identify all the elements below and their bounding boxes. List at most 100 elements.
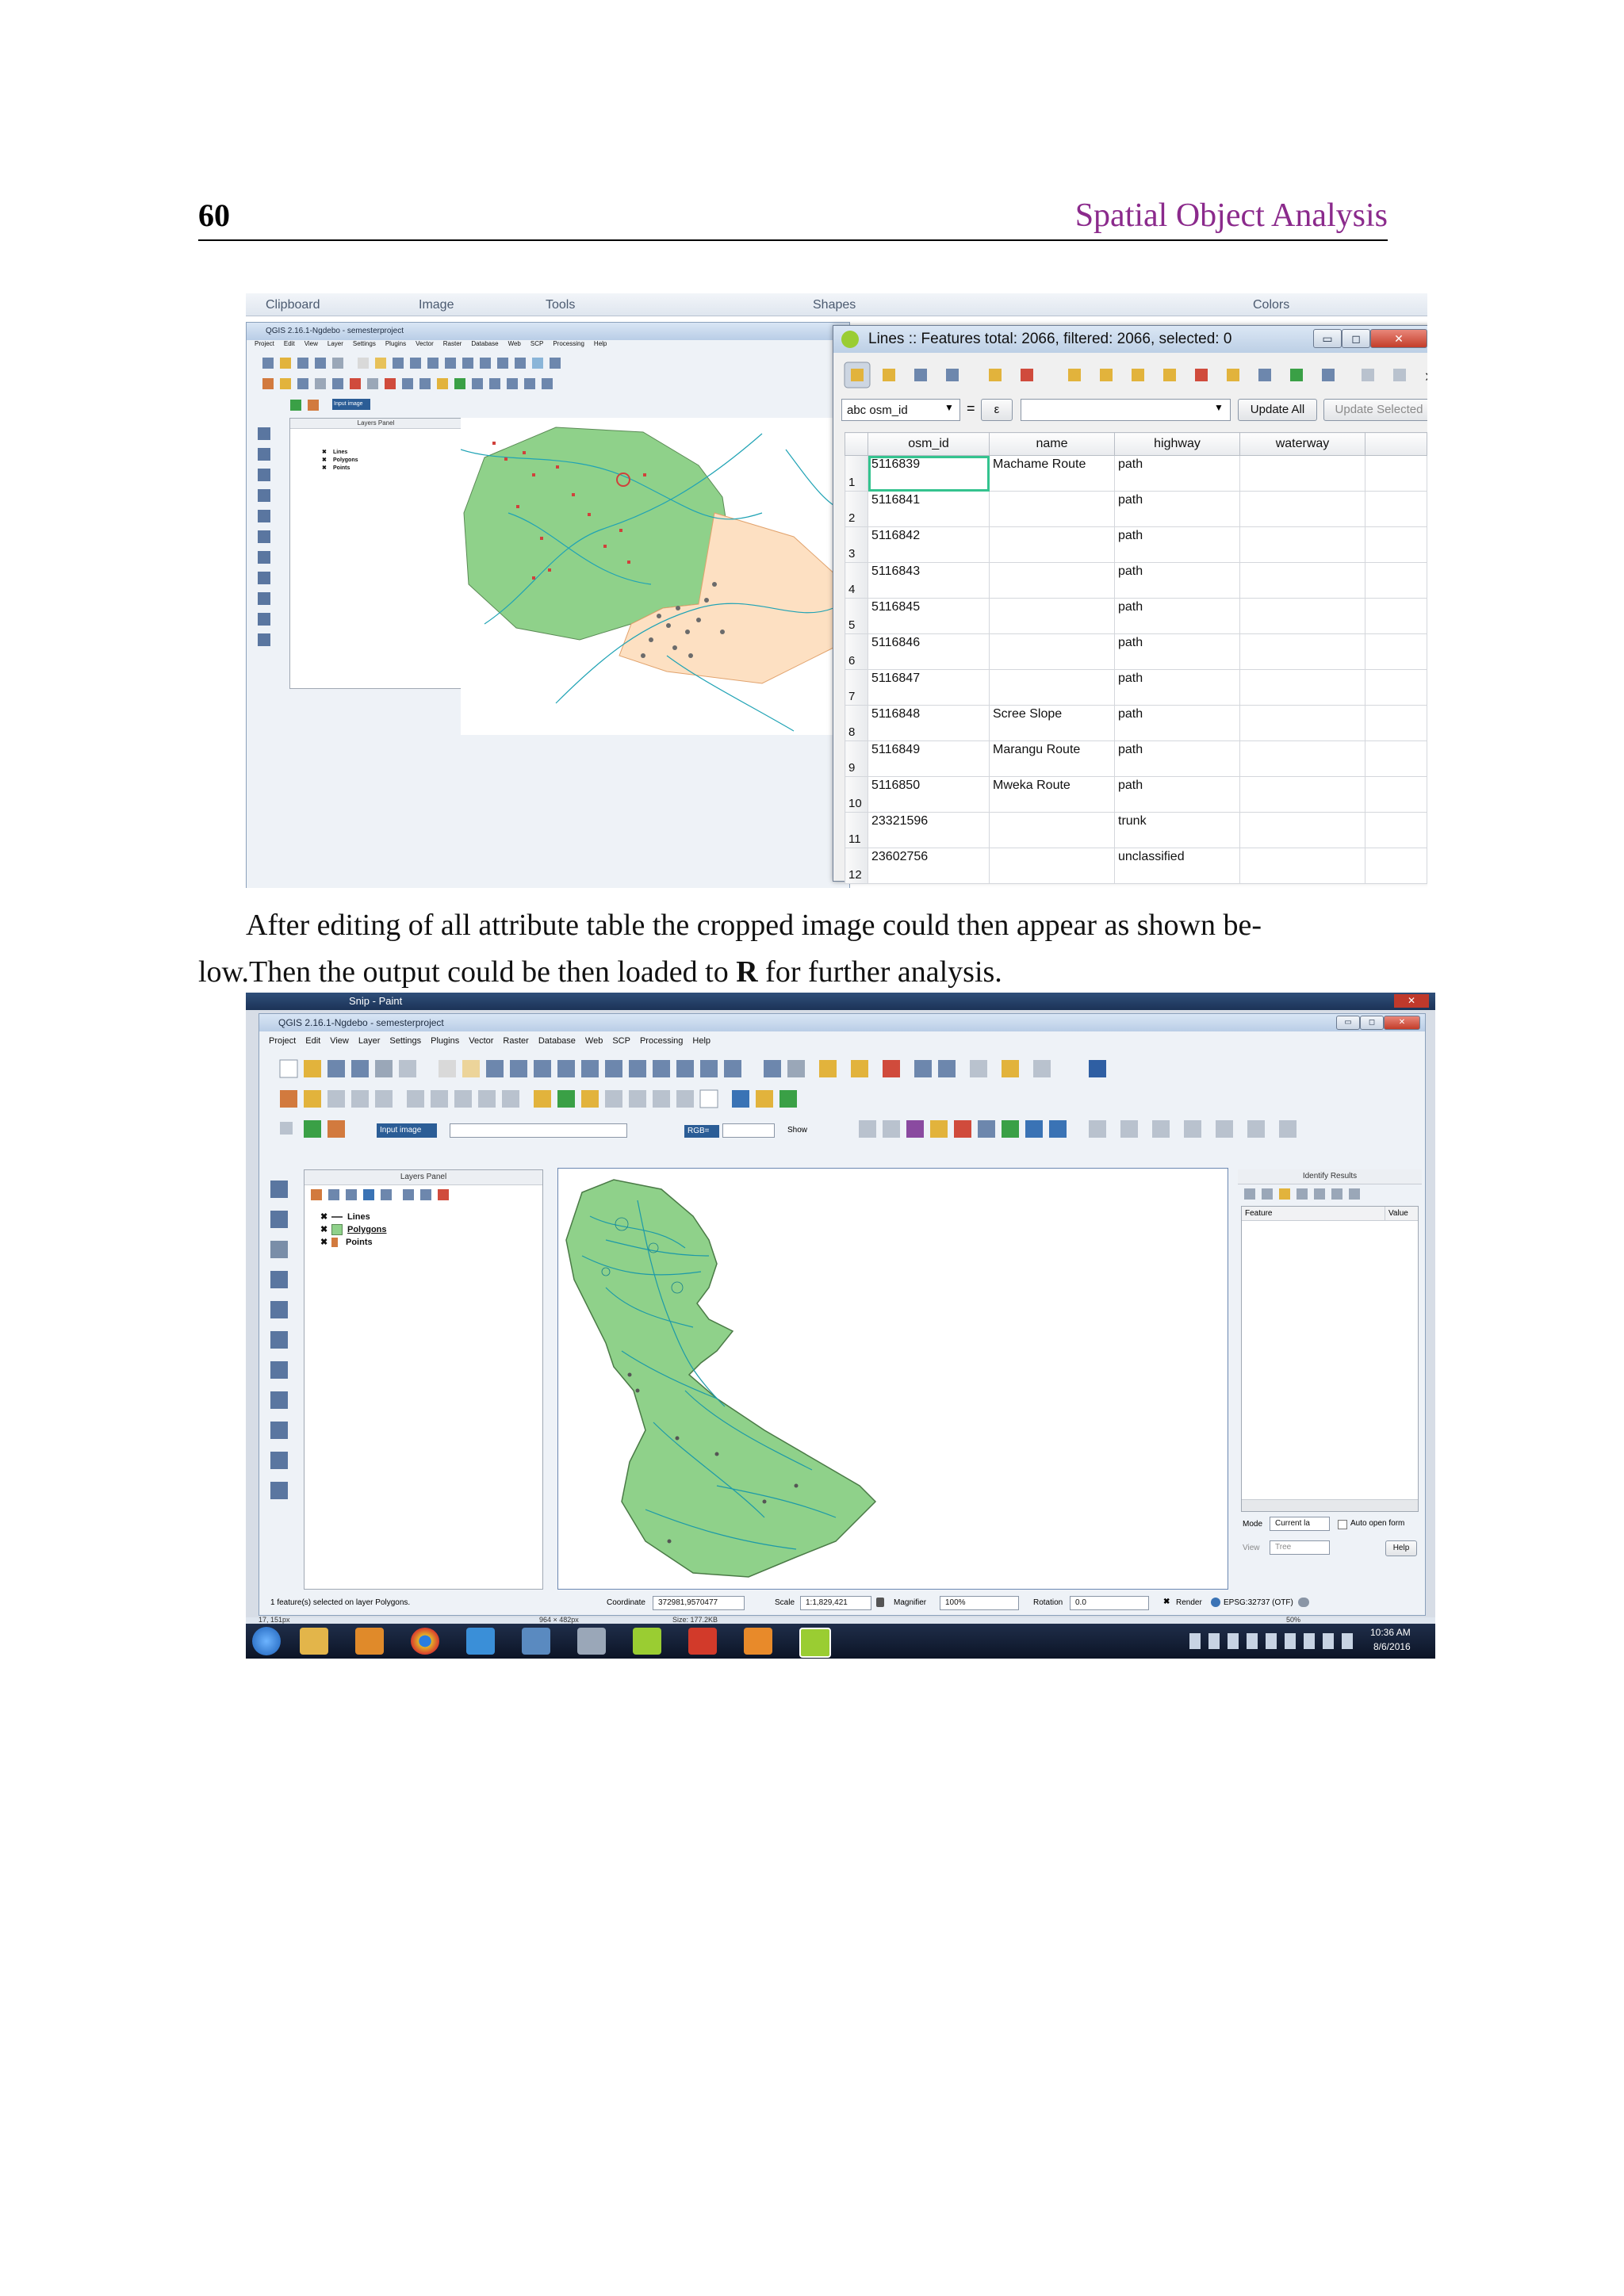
table-row[interactable]: 1 5116839 Machame Route path [845,455,1427,492]
menu-settings[interactable]: Settings [389,1036,421,1046]
cell-name[interactable]: Mweka Route [989,776,1115,813]
cell-highway[interactable]: path [1114,491,1240,527]
cell-spacer[interactable] [1365,669,1427,706]
band-combo[interactable] [450,1123,627,1138]
cell-spacer[interactable] [1365,455,1427,492]
expression-button[interactable]: ε [981,399,1013,421]
magnifier-field[interactable]: 100% [940,1596,1019,1610]
render-checkbox-icon[interactable]: ✖ [1163,1598,1170,1606]
field-combo[interactable]: abc osm_id [841,399,960,421]
qgis-maximize-button[interactable]: ◻ [1360,1016,1384,1030]
cell-highway[interactable]: path [1114,562,1240,599]
close-button[interactable]: ✕ [1370,329,1427,348]
update-all-button[interactable]: Update All [1238,399,1317,421]
menu-plugins[interactable]: Plugins [385,340,406,347]
settings-app-icon[interactable] [577,1628,606,1655]
map-canvas[interactable] [557,1168,1228,1590]
help-button[interactable]: Help [1385,1540,1417,1556]
cell-name[interactable] [989,491,1115,527]
cell-spacer[interactable] [1365,740,1427,777]
layer-points[interactable]: ✖ Points [322,465,350,471]
office-icon[interactable] [744,1628,772,1655]
cell-highway[interactable]: path [1114,455,1240,492]
menu-database[interactable]: Database [538,1036,576,1046]
menu-layer[interactable]: Layer [358,1036,381,1046]
cell-name[interactable] [989,526,1115,563]
clock-time[interactable]: 10:36 AM [1370,1627,1411,1638]
menu-database[interactable]: Database [471,340,498,347]
cell-spacer[interactable] [1365,562,1427,599]
tray-icons[interactable] [1189,1633,1356,1649]
menu-scp[interactable]: SCP [530,340,543,347]
cell-highway[interactable]: path [1114,776,1240,813]
cell-waterway[interactable] [1239,526,1365,563]
column-header-name[interactable]: name [989,432,1115,456]
menu-raster[interactable]: Raster [443,340,462,347]
table-row[interactable]: 2 5116841 path [845,491,1427,527]
maximize-button[interactable]: ◻ [1342,329,1370,348]
cell-osm-id[interactable]: 23321596 [868,812,990,848]
cell-waterway[interactable] [1239,598,1365,634]
table-row[interactable]: 10 5116850 Mweka Route path [845,776,1427,813]
cell-spacer[interactable] [1365,598,1427,634]
table-row[interactable]: 8 5116848 Scree Slope path [845,705,1427,741]
update-selected-button[interactable]: Update Selected [1323,399,1427,421]
cell-waterway[interactable] [1239,776,1365,813]
cell-waterway[interactable] [1239,491,1365,527]
table-row[interactable]: 5 5116845 path [845,598,1427,634]
cell-osm-id[interactable]: 5116841 [868,491,990,527]
menu-vector[interactable]: Vector [469,1036,493,1046]
cell-highway[interactable]: path [1114,598,1240,634]
identify-tree[interactable]: Feature Value [1241,1206,1419,1512]
layer-polygons[interactable]: ✖ Polygons [320,1224,387,1236]
menu-settings[interactable]: Settings [353,340,376,347]
menu-web[interactable]: Web [508,340,521,347]
layer-lines[interactable]: ✖ Lines [322,449,347,455]
minimize-button[interactable]: ▭ [1313,329,1342,348]
cell-osm-id[interactable]: 5116847 [868,669,990,706]
menu-edit[interactable]: Edit [305,1036,320,1046]
cell-waterway[interactable] [1239,669,1365,706]
cell-highway[interactable]: path [1114,633,1240,670]
cell-spacer[interactable] [1365,526,1427,563]
cell-name[interactable]: Machame Route [989,455,1115,492]
cell-name[interactable] [989,562,1115,599]
layer-points[interactable]: ✖ Points [320,1237,373,1248]
input-image-combo[interactable]: Input image [377,1123,437,1138]
ribbon-shapes[interactable]: Shapes [813,298,856,312]
cell-osm-id[interactable]: 5116846 [868,633,990,670]
clock-date[interactable]: 8/6/2016 [1373,1641,1411,1652]
column-header-highway[interactable]: highway [1114,432,1240,456]
qgis-active-icon[interactable] [799,1628,831,1658]
start-button[interactable] [252,1627,281,1655]
cell-waterway[interactable] [1239,848,1365,884]
cell-name[interactable]: Marangu Route [989,740,1115,777]
cell-spacer[interactable] [1365,705,1427,741]
cell-spacer[interactable] [1365,848,1427,884]
cell-osm-id[interactable]: 5116839 [868,455,990,492]
qgis-close-button[interactable]: ✕ [1384,1016,1420,1030]
table-row[interactable]: 6 5116846 path [845,633,1427,670]
menu-raster[interactable]: Raster [503,1036,528,1046]
table-row[interactable]: 4 5116843 path [845,562,1427,599]
cell-highway[interactable]: path [1114,526,1240,563]
cell-spacer[interactable] [1365,491,1427,527]
remote-desktop-icon[interactable] [522,1628,550,1655]
cell-osm-id[interactable]: 5116842 [868,526,990,563]
expression-dropdown-arrow[interactable]: ▼ [1214,402,1224,413]
cell-waterway[interactable] [1239,562,1365,599]
map-canvas-small[interactable] [461,418,849,735]
cell-waterway[interactable] [1239,455,1365,492]
cell-name[interactable] [989,812,1115,848]
acrobat-icon[interactable] [688,1628,717,1655]
table-row[interactable]: 9 5116849 Marangu Route path [845,740,1427,777]
menu-plugins[interactable]: Plugins [431,1036,459,1046]
internet-explorer-icon[interactable] [466,1628,495,1655]
cell-osm-id[interactable]: 5116849 [868,740,990,777]
cell-highway[interactable]: path [1114,740,1240,777]
menu-view[interactable]: View [330,1036,349,1046]
table-row[interactable]: 7 5116847 path [845,669,1427,706]
cell-waterway[interactable] [1239,740,1365,777]
layer-polygons[interactable]: ✖ Polygons [322,457,358,463]
cell-spacer[interactable] [1365,633,1427,670]
